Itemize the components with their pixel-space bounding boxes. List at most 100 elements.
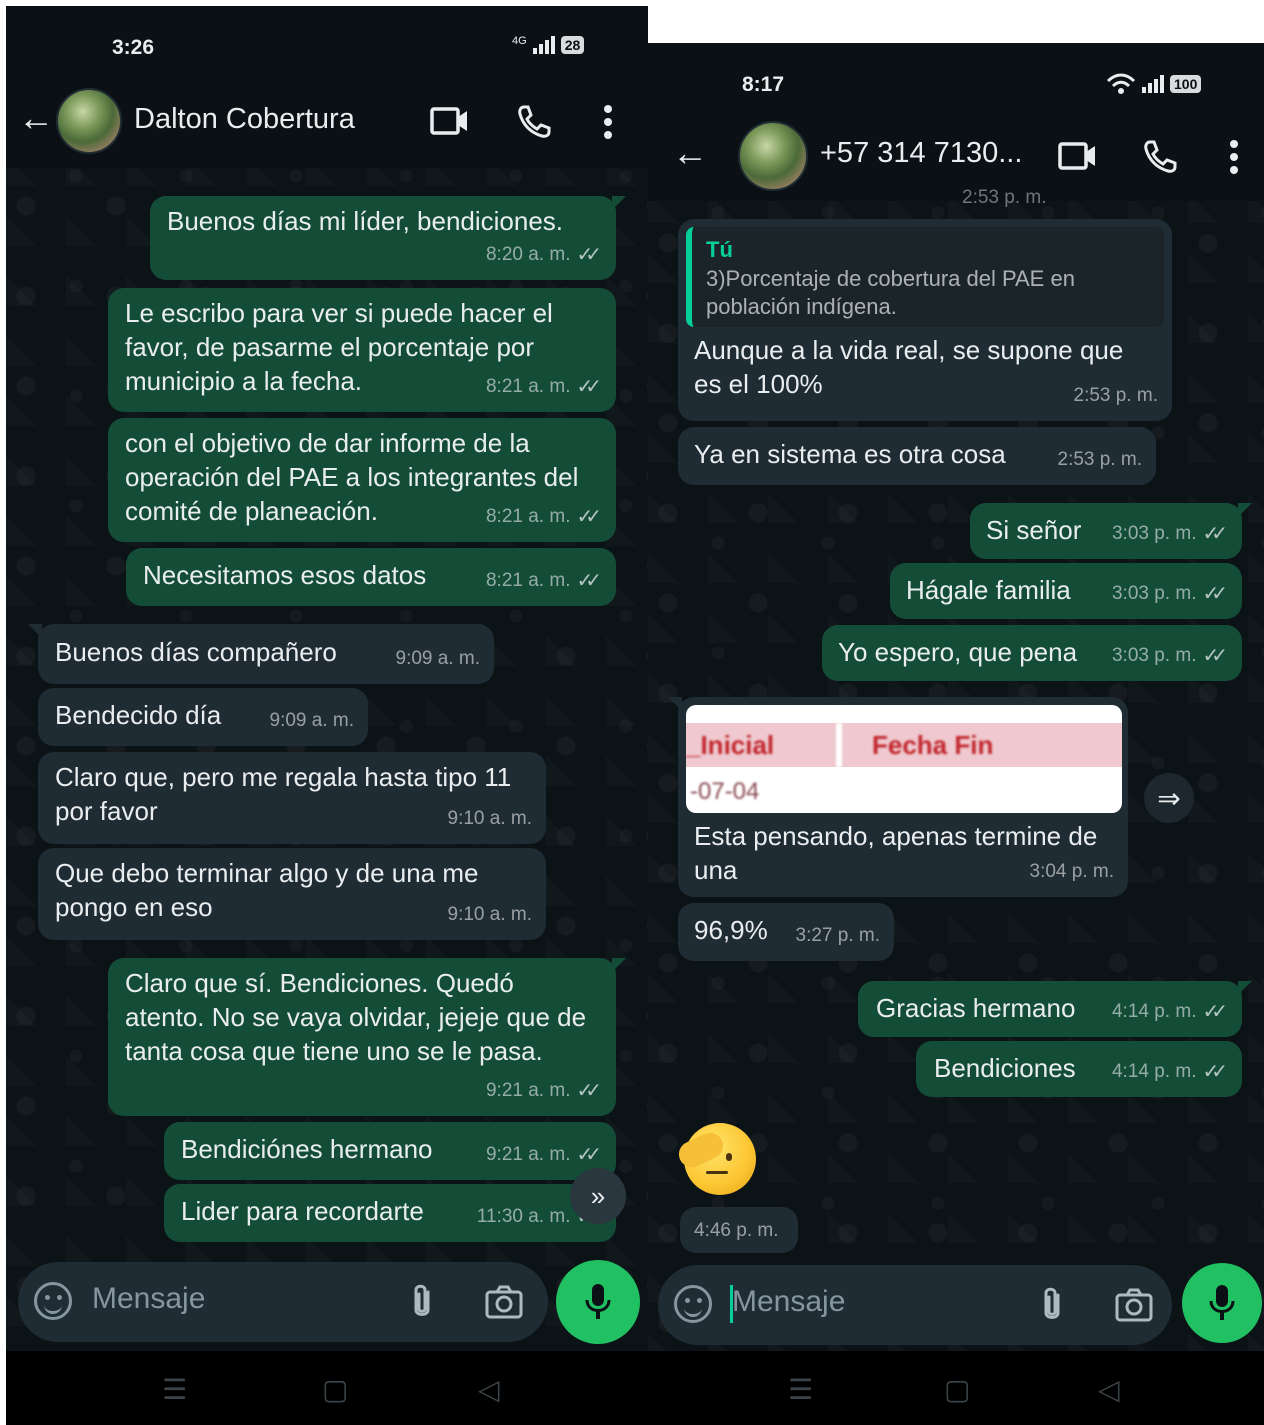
message-time: 3:03 p. m.: [1111, 523, 1197, 544]
read-ticks-icon: ✓✓: [576, 506, 601, 528]
double-chevron-down-icon: »: [590, 1180, 606, 1211]
image-table-header: _Inicial Fecha Fin: [686, 723, 1122, 767]
more-options-icon[interactable]: [602, 104, 614, 140]
message-in[interactable]: Ya en sistema es otra cosa 2:53 p. m.: [678, 427, 1156, 485]
attach-icon[interactable]: [1040, 1285, 1064, 1325]
back-nav-icon[interactable]: ◁: [1098, 1373, 1120, 1406]
scroll-to-bottom-button[interactable]: »: [570, 1168, 626, 1224]
camera-icon[interactable]: [484, 1284, 524, 1320]
attach-icon[interactable]: [410, 1282, 434, 1322]
chat-screen-left: 3:26 4G 28 ← Dalton Cobertura Buenos día…: [6, 6, 648, 1425]
message-time: 3:04 p. m.: [1029, 861, 1115, 882]
message-input[interactable]: Mensaje: [732, 1285, 845, 1319]
message-time: 2:53 p. m.: [1073, 385, 1159, 406]
home-icon[interactable]: ▢: [944, 1373, 970, 1406]
message-time: 3:27 p. m.: [795, 925, 881, 946]
signal-icon: [532, 36, 555, 54]
signal-icon: [1142, 75, 1164, 93]
message-out[interactable]: Lider para recordarte 11:30 a. m.✓✓: [164, 1184, 616, 1242]
message-text: Si señor: [986, 515, 1082, 545]
read-ticks-icon: ✓✓: [1202, 1001, 1227, 1023]
recent-apps-icon[interactable]: ☰: [162, 1373, 187, 1406]
video-call-icon[interactable]: [1058, 141, 1098, 171]
shared-image[interactable]: _Inicial Fecha Fin -07-04: [686, 705, 1122, 813]
message-out[interactable]: Le escribo para ver si puede hacer el fa…: [108, 288, 616, 412]
sticker-time-chip: 4:46 p. m.: [680, 1207, 798, 1253]
message-in[interactable]: Bendecido día 9:09 a. m.: [38, 688, 368, 746]
message-text: Bendecido día: [55, 700, 222, 730]
message-text: 96,9%: [694, 915, 768, 945]
camera-icon[interactable]: [1114, 1287, 1154, 1323]
message-out[interactable]: Yo espero, que pena 3:03 p. m. ✓✓: [822, 625, 1242, 681]
phone-call-icon[interactable]: [1142, 139, 1178, 175]
back-nav-icon[interactable]: ◁: [478, 1373, 500, 1406]
sticker-icon[interactable]: [34, 1282, 72, 1320]
image-message-in[interactable]: _Inicial Fecha Fin -07-04 Esta pensando,…: [668, 697, 1128, 897]
phone-call-icon[interactable]: [516, 104, 552, 140]
message-time: 9:10 a. m.: [447, 904, 533, 925]
back-arrow-icon[interactable]: ←: [18, 100, 54, 136]
forward-icon: ⇒: [1157, 782, 1181, 814]
read-ticks-icon: ✓✓: [1202, 645, 1227, 667]
message-time: 2:53 p. m.: [1057, 449, 1143, 470]
avatar[interactable]: [56, 88, 122, 154]
status-time: 3:26: [112, 36, 155, 59]
message-out[interactable]: con el objetivo de dar informe de la ope…: [108, 418, 616, 542]
sticker-icon[interactable]: [674, 1285, 712, 1323]
read-ticks-icon: ✓✓: [576, 570, 601, 592]
message-out[interactable]: Hágale familia 3:03 p. m. ✓✓: [890, 563, 1242, 619]
home-icon[interactable]: ▢: [322, 1373, 348, 1406]
message-input[interactable]: Mensaje: [92, 1282, 205, 1316]
system-nav-bar: ☰ ▢ ◁: [648, 1351, 1264, 1425]
message-out[interactable]: Claro que sí. Bendiciones. Quedó atento.…: [108, 958, 626, 1116]
message-in[interactable]: Buenos días compañero 9:09 a. m.: [28, 624, 494, 684]
message-meta: 4:14 p. m. ✓✓: [1112, 995, 1228, 1029]
message-in[interactable]: Claro que, pero me regala hasta tipo 11 …: [38, 752, 546, 844]
quoted-message[interactable]: Tú 3)Porcentaje de cobertura del PAE en …: [686, 227, 1164, 327]
message-out[interactable]: Necesitamos esos datos 8:21 a. m. ✓✓: [126, 548, 616, 606]
more-options-icon[interactable]: [1228, 139, 1240, 175]
message-out[interactable]: Si señor 3:03 p. m. ✓✓: [970, 503, 1252, 559]
message-out[interactable]: Buenos días mi líder, bendiciones. 8:20 …: [150, 196, 626, 280]
read-ticks-icon: ✓✓: [576, 1080, 601, 1102]
forward-button[interactable]: ⇒: [1144, 773, 1194, 823]
video-call-icon[interactable]: [430, 106, 470, 136]
message-in[interactable]: Que debo terminar algo y de una me pongo…: [38, 848, 546, 940]
message-meta: 9:10 a. m.: [448, 802, 533, 836]
message-out[interactable]: Bendiciónes hermano 9:21 a. m. ✓✓: [164, 1122, 616, 1180]
message-out[interactable]: Gracias hermano 4:14 p. m. ✓✓: [858, 981, 1252, 1037]
message-text: Buenos días mi líder, bendiciones.: [167, 206, 564, 236]
status-bar: 3:26 4G 28: [6, 6, 648, 76]
read-ticks-icon: ✓✓: [1202, 583, 1227, 605]
read-ticks-icon: ✓✓: [576, 1144, 601, 1166]
message-in[interactable]: 96,9% 3:27 p. m.: [678, 903, 894, 961]
reply-message-in[interactable]: Tú 3)Porcentaje de cobertura del PAE en …: [678, 219, 1172, 421]
avatar[interactable]: [738, 121, 808, 191]
read-ticks-icon: ✓✓: [1202, 523, 1227, 545]
read-ticks-icon: ✓✓: [576, 244, 601, 266]
message-text: Necesitamos esos datos: [143, 560, 427, 590]
message-time: 9:09 a. m.: [395, 648, 481, 669]
recent-apps-icon[interactable]: ☰: [788, 1373, 813, 1406]
message-text: Bendiciónes hermano: [181, 1134, 433, 1164]
message-time: 4:14 p. m.: [1111, 1061, 1197, 1082]
image-header-cell: _Inicial: [686, 730, 775, 760]
battery-icon: 100: [1170, 75, 1202, 93]
message-text: Buenos días compañero: [55, 637, 337, 667]
message-text: Yo espero, que pena: [838, 637, 1078, 667]
voice-record-button[interactable]: [556, 1260, 640, 1344]
message-meta: 2:53 p. m.: [1058, 443, 1143, 477]
contact-name[interactable]: +57 314 7130...: [820, 137, 1022, 170]
message-meta: 3:03 p. m. ✓✓: [1112, 639, 1228, 673]
back-arrow-icon[interactable]: ←: [672, 135, 708, 171]
message-meta: 3:03 p. m. ✓✓: [1112, 517, 1228, 551]
message-composer[interactable]: Mensaje: [658, 1265, 1172, 1345]
image-header-cell: Fecha Fin: [872, 730, 994, 760]
message-time: 8:20 a. m.: [485, 244, 571, 265]
message-composer[interactable]: Mensaje: [18, 1262, 548, 1342]
message-out[interactable]: Bendiciones 4:14 p. m. ✓✓: [916, 1041, 1242, 1097]
contact-name[interactable]: Dalton Cobertura: [134, 103, 355, 136]
message-meta: 9:09 a. m.: [396, 642, 481, 676]
voice-record-button[interactable]: [1182, 1263, 1262, 1343]
message-meta: 3:27 p. m.: [796, 919, 881, 953]
